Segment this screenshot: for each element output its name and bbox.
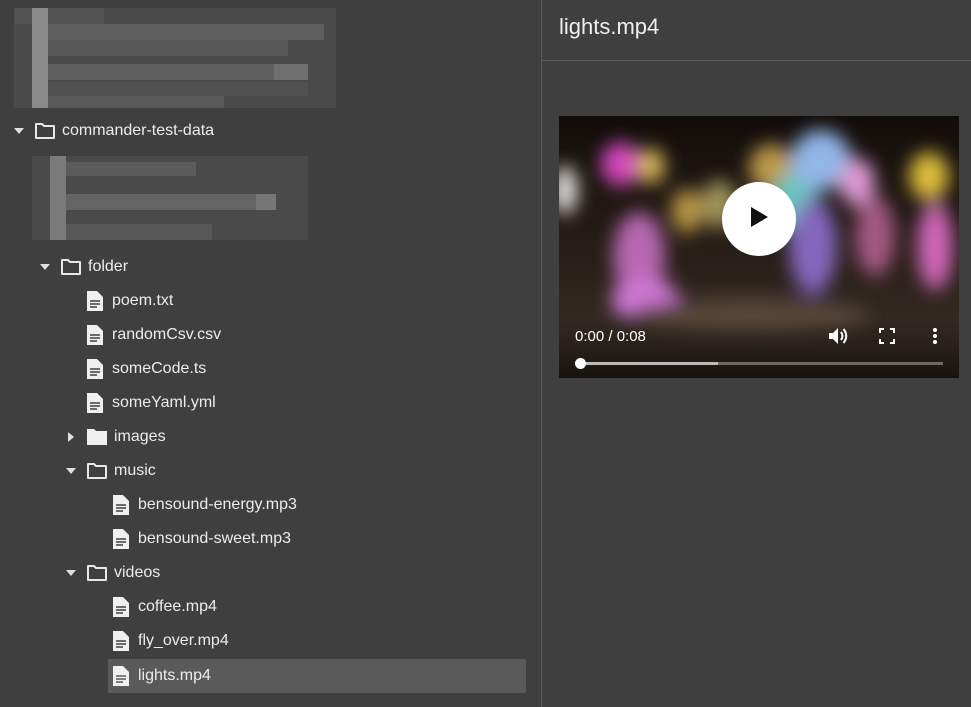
file-document-icon bbox=[110, 665, 132, 687]
tree-item-label: music bbox=[114, 462, 156, 479]
tree-item-label: randomCsv.csv bbox=[112, 326, 222, 343]
file-document-icon bbox=[110, 630, 132, 652]
progress-buffered bbox=[580, 362, 718, 365]
chevron-down-icon[interactable] bbox=[36, 258, 54, 276]
tree-item-folder[interactable]: folder bbox=[36, 250, 128, 284]
preview-header: lights.mp4 bbox=[542, 0, 971, 61]
redacted-area-top bbox=[14, 8, 336, 108]
progress-knob[interactable] bbox=[575, 358, 586, 369]
tree-item-folder[interactable]: music bbox=[62, 454, 156, 488]
tree-item-folder[interactable]: videos bbox=[62, 556, 160, 590]
file-document-icon bbox=[110, 494, 132, 516]
time-display: 0:00 / 0:08 bbox=[575, 328, 646, 345]
file-document-icon bbox=[84, 358, 106, 380]
preview-panel: lights.mp4 0:00 / 0:08 bbox=[542, 0, 971, 707]
tree-item-label: bensound-sweet.mp3 bbox=[138, 530, 291, 547]
folder-filled-icon bbox=[86, 426, 108, 448]
fullscreen-button[interactable] bbox=[875, 326, 899, 350]
tree-item-file[interactable]: someYaml.yml bbox=[84, 386, 216, 420]
folder-outline-icon bbox=[86, 562, 108, 584]
file-document-icon bbox=[84, 290, 106, 312]
video-player[interactable]: 0:00 / 0:08 bbox=[559, 116, 959, 378]
chevron-down-icon[interactable] bbox=[62, 462, 80, 480]
file-document-icon bbox=[84, 324, 106, 346]
play-icon bbox=[749, 206, 769, 233]
tree-item-label: folder bbox=[88, 258, 129, 275]
folder-outline-icon bbox=[34, 120, 56, 142]
more-options-button[interactable] bbox=[923, 326, 947, 350]
folder-outline-icon bbox=[86, 460, 108, 482]
tree-item-folder[interactable]: commander-test-data bbox=[10, 114, 214, 148]
tree-item-file[interactable]: randomCsv.csv bbox=[84, 318, 221, 352]
progress-track[interactable] bbox=[575, 358, 943, 369]
tree-item-file[interactable]: someCode.ts bbox=[84, 352, 206, 386]
redacted-area-middle bbox=[32, 156, 308, 240]
chevron-down-icon[interactable] bbox=[62, 564, 80, 582]
volume-icon bbox=[828, 326, 850, 351]
more-vert-icon bbox=[933, 327, 937, 349]
folder-outline-icon bbox=[60, 256, 82, 278]
tree-item-label: poem.txt bbox=[112, 292, 174, 309]
tree-item-label: lights.mp4 bbox=[138, 667, 211, 684]
tree-item-label: images bbox=[114, 428, 166, 445]
chevron-down-icon[interactable] bbox=[10, 122, 28, 140]
file-commander-app: commander-test-data folder poem.txt rand… bbox=[0, 0, 971, 707]
file-document-icon bbox=[110, 528, 132, 550]
tree-item-file[interactable]: bensound-energy.mp3 bbox=[110, 488, 297, 522]
volume-button[interactable] bbox=[827, 326, 851, 350]
play-button[interactable] bbox=[722, 182, 796, 256]
tree-item-file[interactable]: fly_over.mp4 bbox=[110, 624, 229, 658]
file-document-icon bbox=[84, 392, 106, 414]
tree-item-label: fly_over.mp4 bbox=[138, 632, 229, 649]
tree-item-label: bensound-energy.mp3 bbox=[138, 496, 297, 513]
tree-item-label: someCode.ts bbox=[112, 360, 207, 377]
tree-item-label: someYaml.yml bbox=[112, 394, 216, 411]
tree-item-label: videos bbox=[114, 564, 161, 581]
tree-item-label: commander-test-data bbox=[62, 122, 215, 139]
tree-item-label: coffee.mp4 bbox=[138, 598, 217, 615]
file-document-icon bbox=[110, 596, 132, 618]
tree-item-file[interactable]: poem.txt bbox=[84, 284, 173, 318]
tree-item-folder[interactable]: images bbox=[62, 420, 166, 454]
chevron-right-icon[interactable] bbox=[62, 428, 80, 446]
file-tree-panel: commander-test-data folder poem.txt rand… bbox=[0, 0, 542, 707]
tree-item-file[interactable]: bensound-sweet.mp3 bbox=[110, 522, 291, 556]
tree-item-file-selected[interactable]: lights.mp4 bbox=[108, 659, 526, 693]
preview-title: lights.mp4 bbox=[559, 14, 660, 39]
fullscreen-icon bbox=[879, 327, 895, 349]
tree-item-file[interactable]: coffee.mp4 bbox=[110, 590, 217, 624]
controls-shade bbox=[559, 318, 959, 378]
